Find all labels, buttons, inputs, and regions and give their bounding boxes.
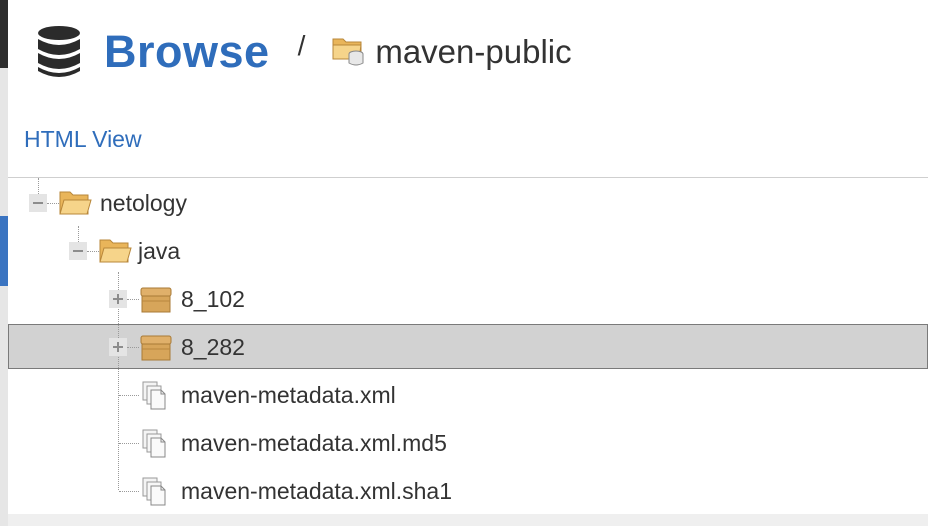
tree-node-8-282[interactable]: 8_282 bbox=[139, 327, 245, 367]
left-nav-active-indicator bbox=[0, 216, 8, 286]
collapse-toggle[interactable] bbox=[29, 194, 47, 212]
component-box-icon bbox=[140, 287, 172, 313]
tree-node-file[interactable]: maven-metadata.xml bbox=[139, 375, 396, 415]
database-icon bbox=[38, 26, 80, 77]
folder-open-icon bbox=[59, 191, 92, 215]
html-view-link[interactable]: HTML View bbox=[24, 126, 142, 153]
file-stack-icon bbox=[142, 381, 166, 410]
page-header: Browse / maven-public bbox=[36, 22, 572, 82]
page-title: Browse bbox=[104, 26, 270, 77]
tree-node-label: netology bbox=[100, 189, 187, 216]
left-nav-strip bbox=[0, 68, 8, 526]
expand-toggle[interactable] bbox=[109, 290, 127, 308]
tree-node-8-102[interactable]: 8_102 bbox=[139, 279, 245, 319]
component-box-icon bbox=[140, 335, 172, 361]
tree-connector bbox=[119, 395, 139, 396]
tree-connector bbox=[127, 347, 139, 348]
folder-open-icon bbox=[99, 239, 132, 263]
tree-connector bbox=[119, 443, 139, 444]
tree-node-file[interactable]: maven-metadata.xml.sha1 bbox=[139, 471, 452, 511]
tree-connector bbox=[119, 491, 139, 492]
tree-node-label: maven-metadata.xml.md5 bbox=[181, 429, 447, 456]
tree-node-label: java bbox=[138, 237, 181, 264]
tree-node-label: 8_282 bbox=[181, 333, 245, 360]
tree-node-label: maven-metadata.xml.sha1 bbox=[181, 477, 453, 504]
breadcrumb-repository[interactable]: maven-public bbox=[375, 33, 571, 71]
collapse-toggle[interactable] bbox=[69, 242, 87, 260]
tree-node-label: maven-metadata.xml bbox=[181, 381, 396, 408]
tree-node-netology[interactable]: netology bbox=[58, 183, 187, 223]
footer-bar bbox=[8, 514, 928, 526]
tree-node-label: 8_102 bbox=[181, 285, 245, 312]
expand-toggle[interactable] bbox=[109, 338, 127, 356]
file-stack-icon bbox=[142, 429, 166, 458]
tree-node-java[interactable]: java bbox=[98, 231, 180, 271]
tree-node-file[interactable]: maven-metadata.xml.md5 bbox=[139, 423, 447, 463]
file-stack-icon bbox=[142, 477, 166, 506]
repository-icon bbox=[332, 38, 364, 66]
breadcrumb-separator: / bbox=[297, 30, 306, 61]
left-nav-strip-dark bbox=[0, 0, 8, 68]
tree-connector bbox=[127, 299, 139, 300]
